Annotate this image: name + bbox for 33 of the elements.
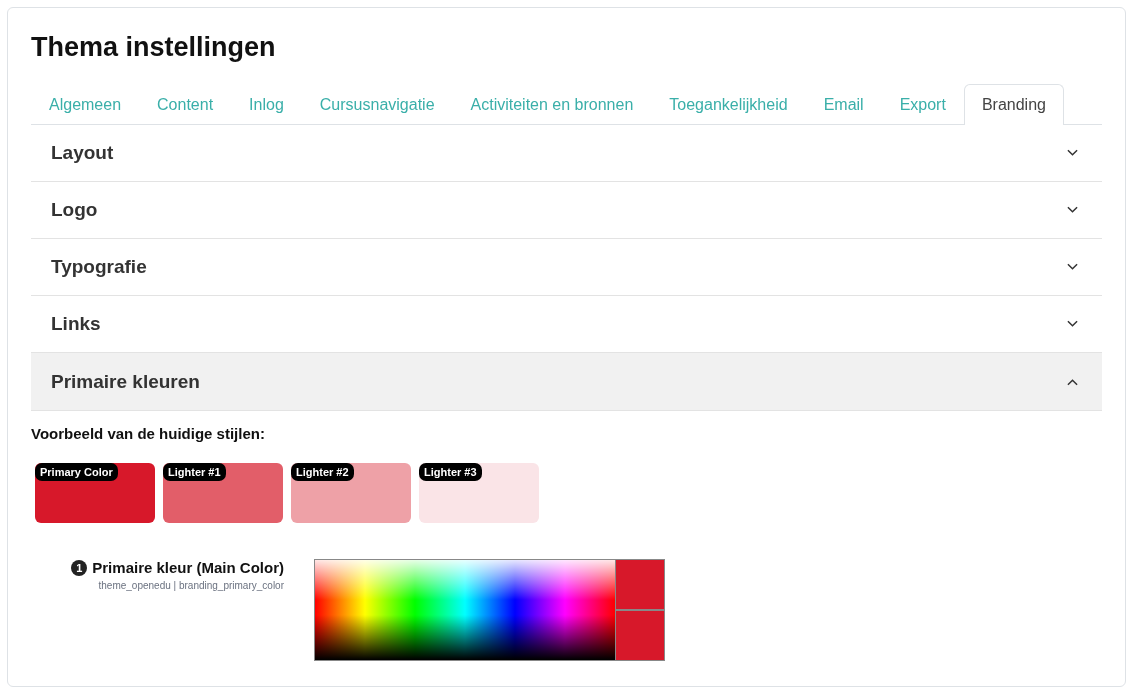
accordion-header[interactable]: Typografie [31,239,1102,296]
color-gradient-picker[interactable] [314,559,616,661]
swatch-label: Lighter #2 [291,463,354,481]
preview-heading: Voorbeeld van de huidige stijlen: [31,425,266,442]
tab[interactable]: Export [881,84,964,125]
section-title: Layout [51,142,114,164]
swatch-label: Primary Color [35,463,118,481]
section-title: Logo [51,199,98,221]
tab[interactable]: Activiteiten en bronnen [452,84,652,125]
tab[interactable]: Inlog [231,84,302,125]
chevron-down-icon [1067,320,1078,328]
setting-label: Primaire kleur (Main Color) [92,559,284,576]
chevron-up-icon [1067,377,1078,386]
setting-path: theme_openedu | branding_primary_color [98,580,284,591]
swatch-label: Lighter #1 [163,463,226,481]
accordion-header[interactable]: Logo [31,182,1102,239]
tab[interactable]: Algemeen [31,84,140,125]
section-title: Primaire kleuren [51,370,200,393]
tab[interactable]: Cursusnavigatie [301,84,453,125]
number-badge: 1 [71,559,88,576]
page-title: Thema instellingen [31,32,277,63]
tab[interactable]: Email [805,84,882,125]
tab[interactable]: Content [139,84,232,125]
accordion-header[interactable]: Primaire kleuren [31,353,1102,411]
tab[interactable]: Toegankelijkheid [651,84,806,125]
chevron-down-icon [1067,206,1078,214]
swatch-label: Lighter #3 [419,463,482,481]
accordion-header[interactable]: Layout [31,125,1102,182]
section-title: Typografie [51,256,147,278]
section-title: Links [51,313,101,335]
chevron-down-icon [1067,149,1078,157]
chevron-down-icon [1067,263,1078,271]
tab[interactable]: Branding [963,84,1064,125]
